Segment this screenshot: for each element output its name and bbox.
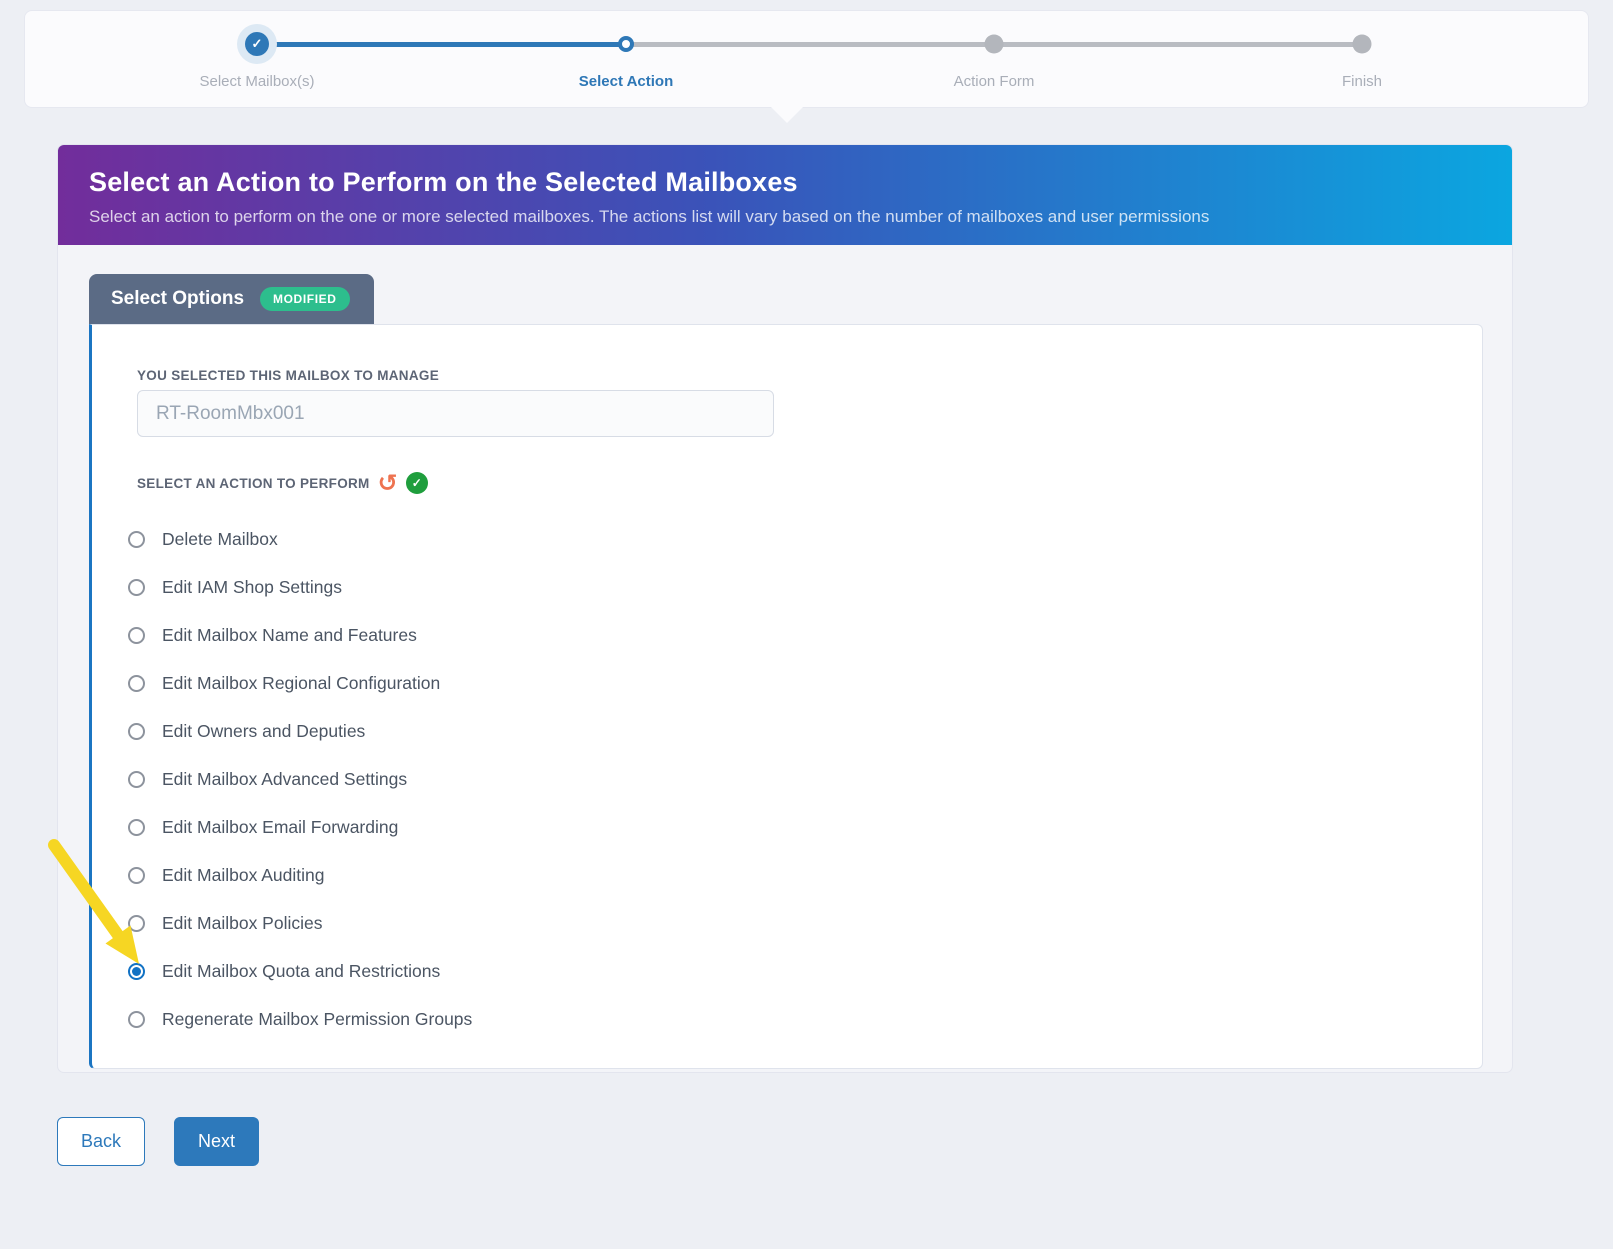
step-dot-wrap bbox=[1252, 11, 1472, 67]
radio-icon[interactable] bbox=[128, 819, 145, 836]
back-button[interactable]: Back bbox=[57, 1117, 145, 1166]
radio-label: Edit Owners and Deputies bbox=[162, 721, 365, 742]
radio-icon[interactable] bbox=[128, 771, 145, 788]
step-action-form: Action Form bbox=[884, 11, 1104, 109]
radio-label: Edit Mailbox Policies bbox=[162, 913, 322, 934]
card-header: Select an Action to Perform on the Selec… bbox=[58, 145, 1512, 245]
radio-icon[interactable] bbox=[128, 627, 145, 644]
step-pending-dot bbox=[1353, 35, 1372, 54]
radio-edit-mailbox-email-forwarding[interactable]: Edit Mailbox Email Forwarding bbox=[122, 803, 822, 851]
step-pending-dot bbox=[985, 35, 1004, 54]
mailbox-field-label: YOU SELECTED THIS MAILBOX TO MANAGE bbox=[137, 368, 439, 383]
radio-icon[interactable] bbox=[128, 531, 145, 548]
step-finish: Finish bbox=[1252, 11, 1472, 109]
step-dot-wrap bbox=[516, 11, 736, 67]
radio-icon[interactable] bbox=[128, 675, 145, 692]
radio-label: Edit Mailbox Regional Configuration bbox=[162, 673, 440, 694]
valid-check-icon: ✓ bbox=[406, 472, 428, 494]
wizard-stepper: ✓ Select Mailbox(s) Select Action Action… bbox=[24, 10, 1589, 108]
radio-edit-mailbox-regional-configuration[interactable]: Edit Mailbox Regional Configuration bbox=[122, 659, 822, 707]
radio-icon[interactable] bbox=[128, 579, 145, 596]
step-label: Select Mailbox(s) bbox=[147, 73, 367, 90]
radio-icon[interactable] bbox=[128, 867, 145, 884]
radio-label: Edit Mailbox Quota and Restrictions bbox=[162, 961, 440, 982]
page-title: Select an Action to Perform on the Selec… bbox=[89, 167, 1481, 198]
radio-edit-owners-deputies[interactable]: Edit Owners and Deputies bbox=[122, 707, 822, 755]
radio-regenerate-mailbox-permission-groups[interactable]: Regenerate Mailbox Permission Groups bbox=[122, 995, 822, 1043]
radio-edit-mailbox-quota-restrictions[interactable]: Edit Mailbox Quota and Restrictions bbox=[122, 947, 822, 995]
tab-label: Select Options bbox=[111, 288, 244, 310]
radio-icon[interactable] bbox=[128, 723, 145, 740]
tab-select-options[interactable]: Select Options MODIFIED bbox=[89, 274, 374, 324]
step-dot-wrap: ✓ bbox=[147, 11, 367, 67]
selected-mailbox-input[interactable] bbox=[137, 390, 774, 437]
action-selection-card: Select an Action to Perform on the Selec… bbox=[57, 144, 1513, 1073]
undo-icon[interactable]: ↺ bbox=[378, 473, 398, 493]
radio-edit-mailbox-name-features[interactable]: Edit Mailbox Name and Features bbox=[122, 611, 822, 659]
radio-edit-iam-shop-settings[interactable]: Edit IAM Shop Settings bbox=[122, 563, 822, 611]
radio-icon[interactable] bbox=[128, 915, 145, 932]
radio-label: Regenerate Mailbox Permission Groups bbox=[162, 1009, 472, 1030]
next-button[interactable]: Next bbox=[174, 1117, 259, 1166]
options-panel: YOU SELECTED THIS MAILBOX TO MANAGE SELE… bbox=[89, 324, 1483, 1069]
radio-label: Edit Mailbox Advanced Settings bbox=[162, 769, 407, 790]
modified-badge: MODIFIED bbox=[260, 287, 349, 311]
step-dot-wrap bbox=[884, 11, 1104, 67]
action-field-label: SELECT AN ACTION TO PERFORM bbox=[137, 476, 370, 491]
radio-label: Edit Mailbox Auditing bbox=[162, 865, 324, 886]
radio-icon-selected[interactable] bbox=[128, 963, 145, 980]
page: ✓ Select Mailbox(s) Select Action Action… bbox=[0, 0, 1613, 1249]
step-completed-check-icon: ✓ bbox=[245, 32, 269, 56]
radio-label: Delete Mailbox bbox=[162, 529, 278, 550]
radio-icon[interactable] bbox=[128, 1011, 145, 1028]
step-label: Action Form bbox=[884, 73, 1104, 90]
radio-label: Edit Mailbox Email Forwarding bbox=[162, 817, 398, 838]
radio-label: Edit Mailbox Name and Features bbox=[162, 625, 417, 646]
radio-label: Edit IAM Shop Settings bbox=[162, 577, 342, 598]
radio-delete-mailbox[interactable]: Delete Mailbox bbox=[122, 515, 822, 563]
radio-edit-mailbox-policies[interactable]: Edit Mailbox Policies bbox=[122, 899, 822, 947]
step-active-dot bbox=[618, 36, 634, 52]
step-label: Finish bbox=[1252, 73, 1472, 90]
page-subtitle: Select an action to perform on the one o… bbox=[89, 207, 1481, 227]
step-select-mailboxes[interactable]: ✓ Select Mailbox(s) bbox=[147, 11, 367, 109]
stepper-notch bbox=[771, 107, 803, 123]
step-select-action[interactable]: Select Action bbox=[516, 11, 736, 109]
step-label: Select Action bbox=[516, 73, 736, 90]
action-radio-list: Delete Mailbox Edit IAM Shop Settings Ed… bbox=[122, 515, 822, 1043]
radio-edit-mailbox-advanced-settings[interactable]: Edit Mailbox Advanced Settings bbox=[122, 755, 822, 803]
radio-edit-mailbox-auditing[interactable]: Edit Mailbox Auditing bbox=[122, 851, 822, 899]
